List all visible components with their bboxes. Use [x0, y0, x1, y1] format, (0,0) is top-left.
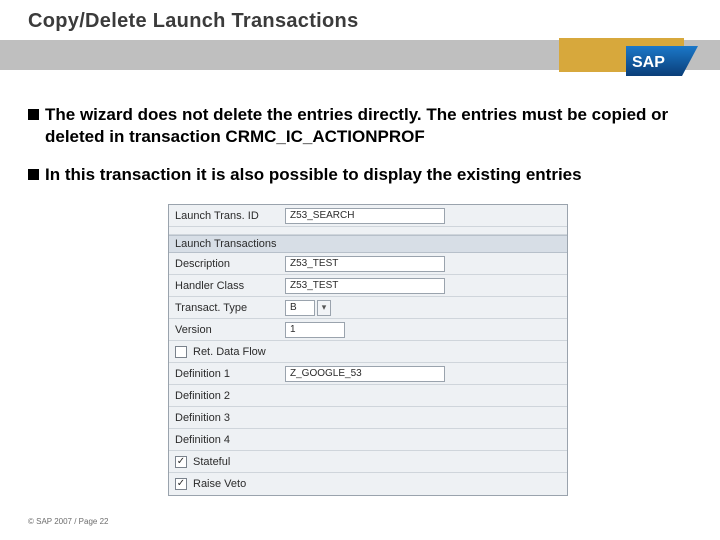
transact-type-label: Transact. Type — [175, 302, 285, 314]
definition1-label: Definition 1 — [175, 368, 285, 380]
raise-veto-row: Raise Veto — [169, 473, 567, 495]
content-area: The wizard does not delete the entries d… — [0, 74, 720, 496]
bullet-1: The wizard does not delete the entries d… — [28, 104, 692, 148]
handler-class-label: Handler Class — [175, 280, 285, 292]
bullet-marker-icon — [28, 109, 39, 120]
stateful-checkbox[interactable] — [175, 456, 187, 468]
ret-dataflow-row: Ret. Data Flow — [169, 341, 567, 363]
ret-dataflow-label: Ret. Data Flow — [193, 346, 266, 358]
ret-dataflow-checkbox[interactable] — [175, 346, 187, 358]
description-input[interactable]: Z53_TEST — [285, 256, 445, 272]
bullet-marker-icon — [28, 169, 39, 180]
bullet-2-text: In this transaction it is also possible … — [45, 164, 582, 186]
value-help-icon[interactable]: ▾ — [317, 300, 331, 316]
sap-logo-text: SAP — [632, 54, 665, 71]
launch-trans-id-input[interactable]: Z53_SEARCH — [285, 208, 445, 224]
definition4-row: Definition 4 — [169, 429, 567, 451]
definition2-label: Definition 2 — [175, 390, 285, 402]
launch-trans-id-label: Launch Trans. ID — [175, 210, 285, 222]
footer-copyright: © SAP 2007 / Page 22 — [28, 517, 108, 526]
definition2-row: Definition 2 — [169, 385, 567, 407]
title-bar: Copy/Delete Launch Transactions SAP — [0, 0, 720, 74]
stateful-row: Stateful — [169, 451, 567, 473]
panel-gap — [169, 227, 567, 235]
section-header-launch-transactions: Launch Transactions — [169, 235, 567, 253]
raise-veto-checkbox[interactable] — [175, 478, 187, 490]
sap-gui-panel: Launch Trans. ID Z53_SEARCH Launch Trans… — [168, 204, 568, 496]
transact-type-input[interactable]: B — [285, 300, 315, 316]
definition1-row: Definition 1 Z_GOOGLE_53 — [169, 363, 567, 385]
definition3-row: Definition 3 — [169, 407, 567, 429]
description-label: Description — [175, 258, 285, 270]
sap-logo: SAP — [626, 46, 698, 76]
transact-type-row: Transact. Type B ▾ — [169, 297, 567, 319]
definition3-label: Definition 3 — [175, 412, 285, 424]
raise-veto-label: Raise Veto — [193, 478, 246, 490]
bullet-1-text: The wizard does not delete the entries d… — [45, 104, 692, 148]
bullet-2: In this transaction it is also possible … — [28, 164, 692, 186]
slide-title: Copy/Delete Launch Transactions — [28, 10, 359, 33]
definition1-input[interactable]: Z_GOOGLE_53 — [285, 366, 445, 382]
stateful-label: Stateful — [193, 456, 230, 468]
version-input[interactable]: 1 — [285, 322, 345, 338]
version-label: Version — [175, 324, 285, 336]
launch-trans-id-row: Launch Trans. ID Z53_SEARCH — [169, 205, 567, 227]
definition4-label: Definition 4 — [175, 434, 285, 446]
handler-class-row: Handler Class Z53_TEST — [169, 275, 567, 297]
handler-class-input[interactable]: Z53_TEST — [285, 278, 445, 294]
version-row: Version 1 — [169, 319, 567, 341]
description-row: Description Z53_TEST — [169, 253, 567, 275]
